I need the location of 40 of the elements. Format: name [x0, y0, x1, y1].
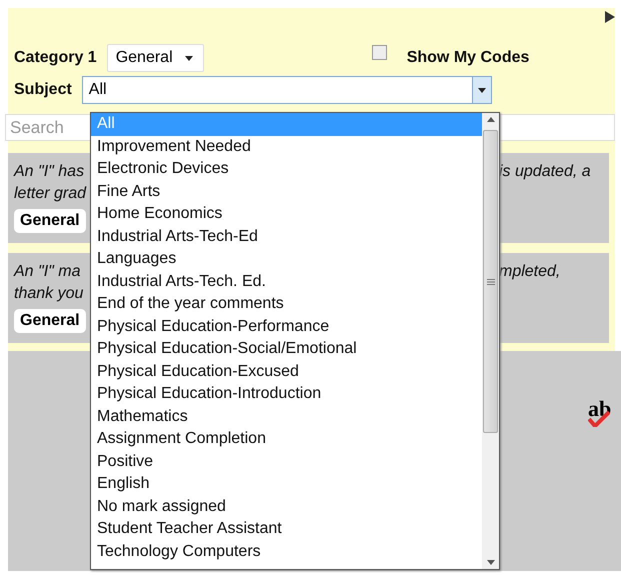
grip-icon — [486, 278, 494, 284]
dropdown-option[interactable]: Electronic Devices — [91, 158, 482, 180]
dropdown-option[interactable]: Industrial Arts-Tech-Ed — [91, 226, 482, 248]
category-label: Category 1 — [14, 49, 97, 67]
subject-label: Subject — [14, 81, 72, 99]
checkbox-label: Show My Codes — [406, 49, 530, 67]
dropdown-option[interactable]: English — [91, 473, 482, 496]
category-dropdown[interactable]: General — [106, 44, 204, 72]
dropdown-option[interactable]: No mark assigned — [91, 496, 482, 518]
dropdown-option[interactable]: Languages — [91, 248, 482, 270]
comment-text: thank you — [14, 284, 84, 304]
dropdown-option[interactable]: Improvement Needed — [91, 136, 482, 158]
dropdown-option[interactable]: End of the year comments — [91, 293, 482, 316]
dropdown-option[interactable]: Physical Education-Performance — [91, 316, 482, 338]
comment-text: mpleted, — [499, 262, 560, 282]
dropdown-option[interactable]: Physical Education-Excused — [91, 360, 482, 383]
caret-icon — [478, 88, 486, 92]
dropdown-option[interactable]: Technology Computers — [91, 540, 482, 563]
play-arrow-icon[interactable] — [605, 11, 615, 23]
dropdown-option[interactable]: Physical Education-Introduction — [91, 383, 482, 406]
subject-dropdown[interactable]: All — [82, 76, 492, 104]
comment-text: An "I" has — [14, 162, 86, 182]
scrollbar[interactable] — [482, 113, 499, 569]
checkbox[interactable] — [372, 45, 387, 60]
dropdown-option[interactable]: Assignment Completion — [91, 428, 482, 450]
dropdown-option[interactable]: Positive — [91, 450, 482, 473]
dropdown-option[interactable]: Student Teacher Assistant — [91, 518, 482, 540]
dropdown-option[interactable]: Home Economics — [91, 203, 482, 226]
comment-text: letter grad — [14, 184, 88, 204]
dropdown-option[interactable]: Mathematics — [91, 406, 482, 428]
category-tag[interactable]: General — [14, 209, 86, 233]
dropdown-option[interactable]: Fine Arts — [91, 180, 482, 203]
scroll-up-icon[interactable] — [486, 117, 494, 122]
comment-text: An "I" ma — [14, 262, 82, 282]
dropdown-option[interactable]: Industrial Arts-Tech. Ed. — [91, 270, 482, 293]
dropdown-option[interactable]: Physical Education-Social/Emotional — [91, 338, 482, 360]
caret-icon — [184, 56, 193, 60]
category-tag[interactable]: General — [14, 309, 86, 333]
comment-text: is updated, a — [499, 162, 591, 182]
scroll-down-icon[interactable] — [486, 560, 494, 565]
